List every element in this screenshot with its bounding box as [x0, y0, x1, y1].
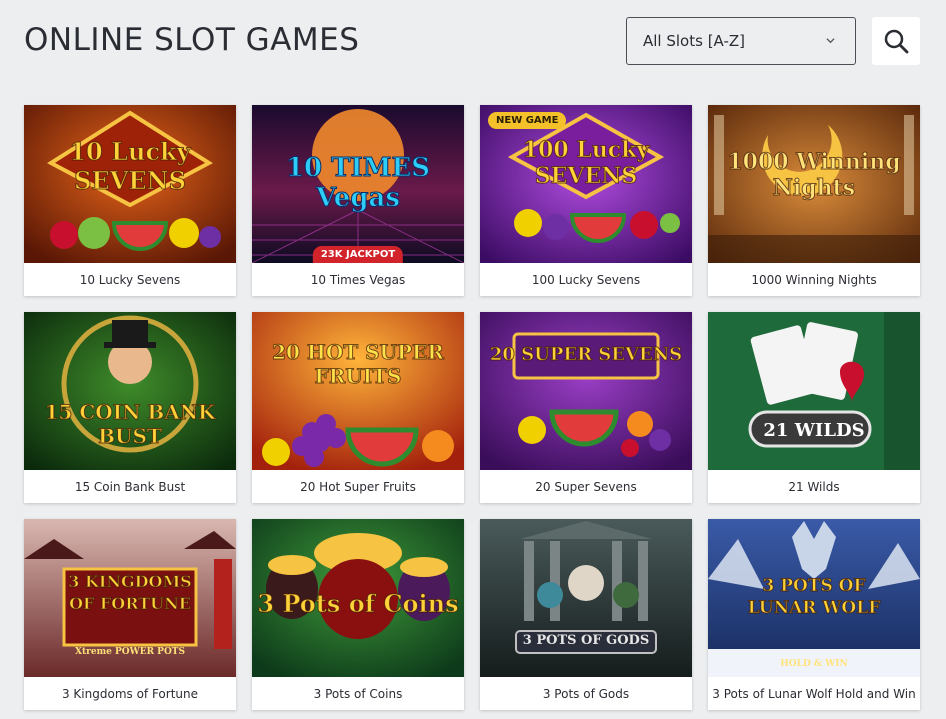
games-grid: 10 Lucky SEVENS 10 Lucky Sevens 10 TIMES… [24, 105, 920, 710]
game-thumbnail: 20 HOT SUPER FRUITS [252, 312, 464, 470]
game-card[interactable]: 20 SUPER SEVENS 20 Super Sevens [480, 312, 692, 503]
game-logo-text: 10 TIMES Vegas [285, 153, 431, 214]
game-thumbnail: 3 KINGDOMS OF FORTUNE Xtreme POWER POTS [24, 519, 236, 677]
game-thumbnail: 3 POTS OF GODS [480, 519, 692, 677]
game-thumbnail: 10 TIMES Vegas 23K JACKPOT [252, 105, 464, 263]
sort-select[interactable]: All Slots [A-Z] [626, 17, 856, 65]
game-card[interactable]: 3 POTS OF LUNAR WOLF HOLD & WIN 3 Pots o… [708, 519, 920, 710]
game-logo-text: 20 SUPER SEVENS [489, 344, 683, 366]
game-logo-text: 21 WILDS [763, 420, 865, 441]
game-title: 10 Times Vegas [310, 272, 406, 287]
game-thumbnail: NEW GAME 100 Lucky SEVENS [480, 105, 692, 263]
game-logo-text: 3 POTS OF GODS [522, 633, 650, 648]
game-title: 3 Pots of Gods [542, 686, 630, 701]
game-card[interactable]: 10 Lucky SEVENS 10 Lucky Sevens [24, 105, 236, 296]
game-logo-text: 1000 Winning Nights [727, 149, 901, 202]
game-card[interactable]: 10 TIMES Vegas 23K JACKPOT 10 Times Vega… [252, 105, 464, 296]
game-logo-text: 20 HOT SUPER FRUITS [272, 340, 445, 389]
new-game-badge: NEW GAME [488, 112, 567, 129]
sort-select-value: All Slots [A-Z] [643, 32, 746, 50]
game-card[interactable]: 20 HOT SUPER FRUITS 20 Hot Super Fruits [252, 312, 464, 503]
game-thumbnail: 10 Lucky SEVENS [24, 105, 236, 263]
game-title: 15 Coin Bank Bust [74, 479, 186, 494]
game-logo-text: 15 COIN BANK BUST [44, 400, 216, 449]
game-thumbnail: 21 WILDS [708, 312, 920, 470]
game-title: 3 Kingdoms of Fortune [61, 686, 199, 701]
game-logo-text: 3 POTS OF LUNAR WOLF [747, 576, 881, 619]
game-logo-text: 100 Lucky SEVENS [522, 137, 650, 190]
game-title: 1000 Winning Nights [751, 272, 877, 287]
game-card[interactable]: 21 WILDS 21 Wilds [708, 312, 920, 503]
jackpot-badge: 23K JACKPOT [312, 246, 404, 263]
game-title: 21 Wilds [788, 479, 840, 494]
game-thumbnail: 1000 Winning Nights [708, 105, 920, 263]
game-title: 100 Lucky Sevens [531, 272, 641, 287]
page-title: ONLINE SLOT GAMES [24, 22, 360, 58]
game-title: 20 Super Sevens [535, 479, 637, 494]
game-logo-text: 10 Lucky SEVENS [69, 137, 191, 196]
game-logo-text: 3 Pots of Coins [257, 589, 459, 619]
game-card[interactable]: 15 COIN BANK BUST 15 Coin Bank Bust [24, 312, 236, 503]
game-title: 3 Pots of Coins [313, 686, 403, 701]
search-icon [884, 29, 909, 54]
game-logo-text: 3 KINGDOMS OF FORTUNE [68, 572, 192, 614]
game-title: 10 Lucky Sevens [79, 272, 181, 287]
game-card[interactable]: 3 KINGDOMS OF FORTUNE Xtreme POWER POTS … [24, 519, 236, 710]
game-thumbnail: 3 Pots of Coins [252, 519, 464, 677]
game-sublogo-text: Xtreme POWER POTS [75, 647, 185, 657]
search-button[interactable] [872, 17, 920, 65]
game-sublogo-text: HOLD & WIN [780, 659, 848, 669]
game-thumbnail: 20 SUPER SEVENS [480, 312, 692, 470]
game-title: 20 Hot Super Fruits [300, 479, 416, 494]
game-thumbnail: 3 POTS OF LUNAR WOLF HOLD & WIN [708, 519, 920, 677]
game-title: 3 Pots of Lunar Wolf Hold and Win [712, 686, 916, 701]
game-thumbnail: 15 COIN BANK BUST [24, 312, 236, 470]
game-card[interactable]: 1000 Winning Nights 1000 Winning Nights [708, 105, 920, 296]
game-card[interactable]: 3 Pots of Coins 3 Pots of Coins [252, 519, 464, 710]
game-card[interactable]: NEW GAME 100 Lucky SEVENS 100 Lucky Seve… [480, 105, 692, 296]
game-card[interactable]: 3 POTS OF GODS 3 Pots of Gods [480, 519, 692, 710]
chevron-down-icon [826, 38, 835, 44]
